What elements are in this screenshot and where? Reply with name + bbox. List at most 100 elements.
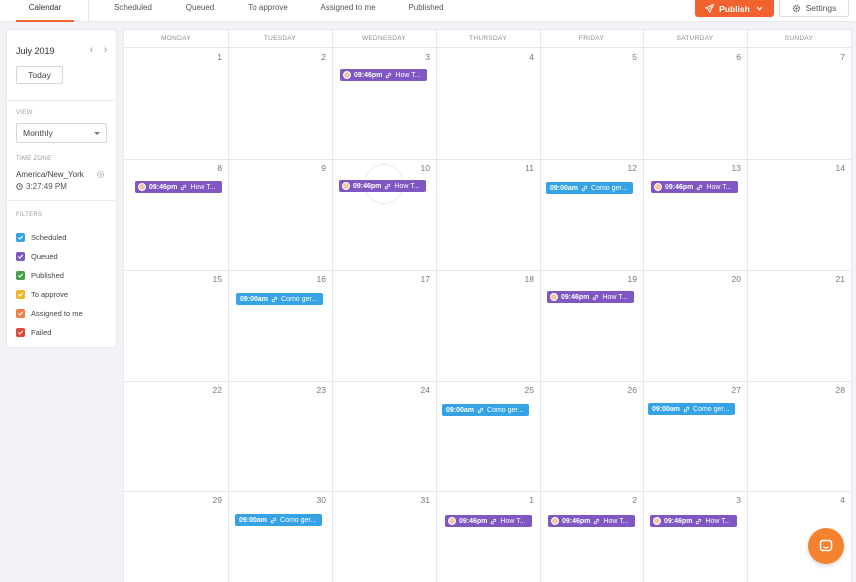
- day-number[interactable]: 20: [721, 274, 741, 284]
- link-icon: [270, 517, 277, 523]
- day-number[interactable]: 15: [202, 274, 222, 284]
- avatar: [551, 517, 559, 525]
- day-number[interactable]: 7: [825, 52, 845, 62]
- day-number[interactable]: 22: [202, 385, 222, 395]
- day-number[interactable]: 31: [410, 495, 430, 505]
- calendar-event[interactable]: 09:00am Como ger...: [442, 404, 529, 416]
- next-month-icon[interactable]: ›: [101, 44, 110, 56]
- publish-button[interactable]: Publish: [695, 0, 774, 17]
- day-number[interactable]: 17: [410, 274, 430, 284]
- calendar-event[interactable]: 09:46pm How T...: [339, 180, 426, 192]
- checkbox-checked-icon[interactable]: [16, 308, 25, 318]
- calendar-event[interactable]: 09:46pm How T...: [135, 181, 222, 193]
- link-icon: [581, 185, 588, 191]
- publish-label: Publish: [719, 3, 750, 14]
- day-number[interactable]: 26: [617, 385, 637, 395]
- settings-button[interactable]: Settings: [779, 0, 849, 17]
- day-number[interactable]: 13: [721, 163, 741, 173]
- day-number[interactable]: 23: [306, 385, 326, 395]
- day-number[interactable]: 30: [306, 495, 326, 505]
- day-number[interactable]: 2: [306, 52, 326, 62]
- day-number[interactable]: 12: [617, 163, 637, 173]
- day-number[interactable]: 18: [514, 274, 534, 284]
- checkbox-checked-icon[interactable]: [16, 270, 25, 280]
- filter-to-approve[interactable]: To approve: [16, 289, 68, 299]
- calendar-event[interactable]: 09:00am Como ger...: [648, 403, 735, 415]
- day-number[interactable]: 6: [721, 52, 741, 62]
- calendar-event[interactable]: 09:46pm How T...: [547, 291, 634, 303]
- calendar-event[interactable]: 09:00am Como ger...: [546, 182, 633, 194]
- day-number[interactable]: 8: [202, 163, 222, 173]
- filter-label: To approve: [31, 289, 69, 299]
- tab-queued[interactable]: Queued: [176, 0, 224, 22]
- grid-line: [643, 30, 644, 582]
- view-select[interactable]: Monthly: [16, 123, 107, 143]
- avatar: [343, 71, 351, 79]
- avatar: [138, 183, 146, 191]
- avatar: [653, 517, 661, 525]
- tab-scheduled[interactable]: Scheduled: [104, 0, 162, 22]
- caret-down-icon: [94, 132, 100, 135]
- day-number[interactable]: 5: [617, 52, 637, 62]
- day-number[interactable]: 10: [410, 163, 430, 173]
- filter-queued[interactable]: Queued: [16, 251, 58, 261]
- chat-button[interactable]: [808, 528, 844, 564]
- event-title: How T...: [500, 517, 526, 525]
- link-icon: [683, 406, 690, 412]
- tab-published[interactable]: Published: [398, 0, 454, 22]
- weekday-sunday: SUNDAY: [784, 35, 814, 42]
- grid-line: [436, 30, 437, 582]
- calendar-event[interactable]: 09:00am Como ger...: [235, 514, 322, 526]
- calendar-event[interactable]: 09:46pm How T...: [650, 515, 737, 527]
- day-number[interactable]: 2: [617, 495, 637, 505]
- tab-assigned-to-me[interactable]: Assigned to me: [312, 0, 384, 22]
- today-button[interactable]: Today: [16, 66, 63, 84]
- filter-failed[interactable]: Failed: [16, 327, 51, 337]
- settings-label: Settings: [805, 3, 837, 13]
- day-number[interactable]: 21: [825, 274, 845, 284]
- day-number[interactable]: 9: [306, 163, 326, 173]
- checkbox-checked-icon[interactable]: [16, 327, 25, 337]
- grid-line: [124, 159, 851, 160]
- day-number[interactable]: 1: [514, 495, 534, 505]
- event-time: 09:00am: [652, 405, 681, 413]
- tab-to-approve[interactable]: To approve: [238, 0, 298, 22]
- filter-scheduled[interactable]: Scheduled: [16, 232, 66, 242]
- day-number[interactable]: 3: [721, 495, 741, 505]
- calendar-event[interactable]: 09:46pm How T...: [548, 515, 635, 527]
- filter-published[interactable]: Published: [16, 270, 64, 280]
- calendar-event[interactable]: 09:46pm How T...: [340, 69, 427, 81]
- day-number[interactable]: 19: [617, 274, 637, 284]
- calendar-event[interactable]: 09:46pm How T...: [651, 181, 738, 193]
- day-number[interactable]: 3: [410, 52, 430, 62]
- checkbox-checked-icon[interactable]: [16, 232, 25, 242]
- timezone-settings-icon[interactable]: [96, 170, 105, 179]
- event-time: 09:46pm: [664, 517, 693, 525]
- day-number[interactable]: 11: [514, 163, 534, 173]
- day-number[interactable]: 24: [410, 385, 430, 395]
- calendar-event[interactable]: 09:46pm How T...: [445, 515, 532, 527]
- event-title: Como ger...: [280, 516, 317, 524]
- day-number[interactable]: 27: [721, 385, 741, 395]
- day-number[interactable]: 4: [825, 495, 845, 505]
- day-number[interactable]: 25: [514, 385, 534, 395]
- day-number[interactable]: 28: [825, 385, 845, 395]
- event-time: 09:46pm: [353, 182, 382, 190]
- day-number[interactable]: 14: [825, 163, 845, 173]
- event-time: 09:46pm: [354, 71, 383, 79]
- grid-line: [124, 381, 851, 382]
- previous-month-icon[interactable]: ‹: [87, 44, 96, 56]
- tab-calendar[interactable]: Calendar: [16, 0, 74, 22]
- view-select-value: Monthly: [23, 128, 53, 138]
- checkbox-checked-icon[interactable]: [16, 289, 25, 299]
- calendar-event[interactable]: 09:00am Como ger...: [236, 293, 323, 305]
- filter-assigned-to-me[interactable]: Assigned to me: [16, 308, 83, 318]
- filter-label: Queued: [31, 251, 58, 261]
- day-number[interactable]: 29: [202, 495, 222, 505]
- checkbox-checked-icon[interactable]: [16, 251, 25, 261]
- day-number[interactable]: 4: [514, 52, 534, 62]
- day-number[interactable]: 1: [202, 52, 222, 62]
- filter-label: Assigned to me: [31, 308, 83, 318]
- day-number[interactable]: 16: [306, 274, 326, 284]
- grid-line: [124, 270, 851, 271]
